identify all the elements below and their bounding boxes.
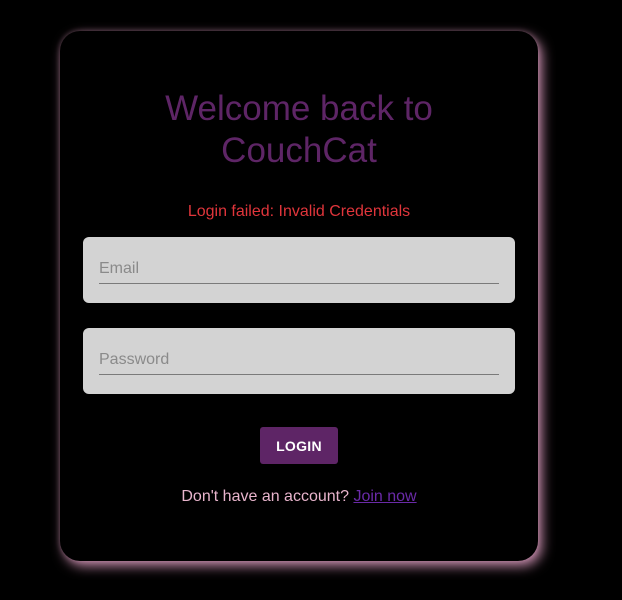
password-field-container bbox=[83, 328, 515, 394]
title-line-1: Welcome back to bbox=[165, 89, 433, 128]
signup-prompt: Don't have an account? bbox=[181, 488, 349, 505]
password-field[interactable] bbox=[99, 345, 499, 375]
login-error-message: Login failed: Invalid Credentials bbox=[187, 203, 411, 220]
login-button[interactable]: LOGIN bbox=[260, 427, 338, 464]
page-title: Welcome back to CouchCat bbox=[60, 88, 538, 172]
join-now-link[interactable]: Join now bbox=[353, 488, 416, 505]
email-field-container bbox=[83, 237, 515, 303]
login-card: Welcome back to CouchCat Login failed: In… bbox=[60, 31, 538, 561]
title-line-2: CouchCat bbox=[221, 131, 377, 170]
signup-row: Don't have an account? Join now bbox=[60, 487, 538, 507]
email-field[interactable] bbox=[99, 254, 499, 284]
